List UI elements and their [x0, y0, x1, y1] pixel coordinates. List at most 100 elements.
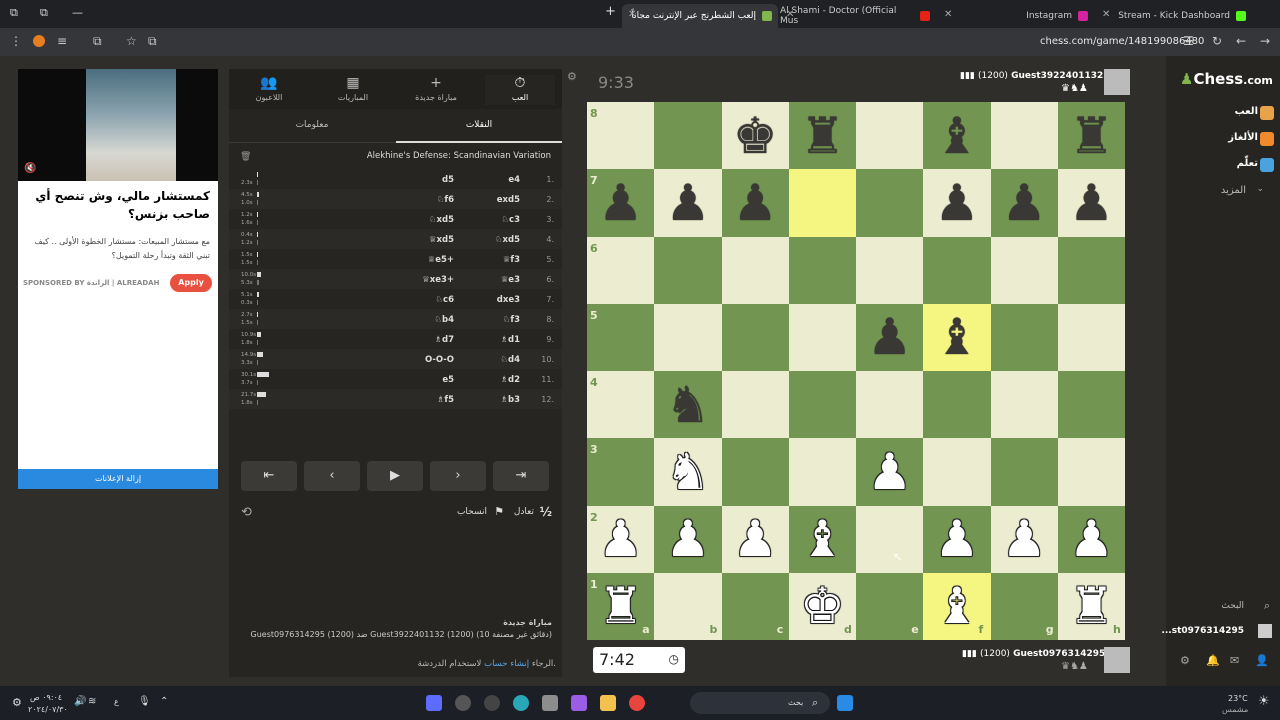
board-square[interactable] — [990, 303, 1058, 371]
menu-icon[interactable]: ⋮ — [10, 34, 22, 48]
black-bishop-icon[interactable]: ♝ — [923, 102, 990, 169]
extensions-icon[interactable]: ⧉ — [93, 34, 102, 49]
user-name[interactable]: ...st0976314295 — [1161, 626, 1244, 636]
bottom-player-info[interactable]: ▮▮▮ (1200) Guest0976314295 — [962, 649, 1105, 659]
board-square[interactable] — [654, 102, 722, 170]
flip-board-icon[interactable]: ⟲ — [241, 505, 252, 520]
board-square[interactable] — [654, 236, 722, 304]
clock-time[interactable]: ٠٩:٠٤ ص — [30, 693, 62, 702]
draw-button[interactable]: تعادل — [514, 507, 534, 517]
white-move[interactable]: ♘xd5 — [495, 235, 520, 245]
board-square[interactable] — [788, 303, 856, 371]
nav-more[interactable]: المزيد — [1221, 185, 1246, 196]
white-move[interactable]: ♗b3 — [500, 395, 520, 405]
settings-icon[interactable]: ⚙ — [12, 696, 22, 709]
black-move[interactable]: ♕e5+ — [428, 255, 454, 265]
prev-move-button[interactable]: ‹ — [304, 461, 360, 491]
new-tab-button[interactable]: + — [605, 4, 616, 19]
white-move[interactable]: dxe3 — [497, 295, 520, 305]
white-pawn-icon[interactable]: ♟ — [923, 506, 990, 573]
next-move-button[interactable]: › — [430, 461, 486, 491]
profile-icon[interactable] — [33, 35, 45, 47]
resign-button[interactable]: انسحاب — [457, 507, 487, 517]
board-square[interactable] — [990, 438, 1058, 506]
board-square[interactable] — [788, 236, 856, 304]
app2-icon[interactable] — [426, 695, 442, 711]
white-move[interactable]: ♘f3 — [503, 315, 520, 325]
black-bishop-icon[interactable]: ♝ — [923, 304, 990, 371]
black-move[interactable]: ♗f5 — [437, 395, 454, 405]
black-move[interactable]: ♕xe3+ — [422, 275, 454, 285]
tab-kick[interactable]: ✕ Stream - Kick Dashboard — [1096, 4, 1252, 28]
board-square[interactable] — [990, 236, 1058, 304]
user-avatar[interactable] — [1258, 624, 1272, 638]
black-pawn-icon[interactable]: ♟ — [722, 169, 789, 236]
black-move[interactable]: ♘f6 — [437, 195, 454, 205]
board-square[interactable] — [856, 102, 924, 170]
black-move[interactable]: ♘xd5 — [429, 215, 454, 225]
black-move[interactable]: e5 — [442, 375, 454, 385]
notifications-icon[interactable]: 🔔 — [1206, 654, 1220, 667]
site-settings-icon[interactable]: ☰ — [1183, 34, 1194, 48]
close-tab-icon[interactable]: ✕ — [1102, 9, 1110, 20]
black-move[interactable]: d5 — [442, 175, 454, 185]
close-tab-icon[interactable]: ✕ — [786, 9, 794, 20]
board-square[interactable] — [721, 438, 789, 506]
board-square[interactable] — [788, 438, 856, 506]
white-move[interactable]: ♘c3 — [501, 215, 520, 225]
black-move[interactable]: ♘c6 — [435, 295, 454, 305]
copilot-icon[interactable] — [571, 695, 587, 711]
settings-icon[interactable]: ⚙ — [1180, 654, 1190, 667]
board-square[interactable] — [856, 169, 924, 237]
board-square[interactable] — [990, 102, 1058, 170]
mic-icon[interactable]: 🎙 — [138, 696, 151, 707]
settings-gear-icon[interactable]: ⚙ — [567, 70, 577, 83]
board-square[interactable] — [654, 303, 722, 371]
nav-learn[interactable]: تعلّم — [1237, 158, 1258, 169]
tab-chess[interactable]: ✕ إلعب الشطرنج عبر الإنترنت مجاناً — [622, 4, 778, 28]
recorder-icon[interactable] — [455, 695, 471, 711]
board-square[interactable] — [721, 371, 789, 439]
restore-window-icon[interactable]: ⧉ — [40, 6, 48, 20]
top-player-avatar[interactable] — [1104, 69, 1130, 95]
board-square[interactable] — [1057, 303, 1125, 371]
white-move[interactable]: exd5 — [497, 195, 520, 205]
media-icon[interactable]: ≡ — [57, 34, 67, 48]
app-icon[interactable] — [542, 695, 558, 711]
bookmark-star-icon[interactable]: ☆ — [126, 34, 137, 48]
black-rook-icon[interactable]: ♜ — [1058, 102, 1125, 169]
board-square[interactable] — [923, 236, 991, 304]
tab-info[interactable]: معلومات — [229, 113, 395, 143]
chesscom-logo[interactable]: ♟Chess.com — [1180, 70, 1273, 88]
play-button[interactable]: ▶ — [367, 461, 423, 491]
black-pawn-icon[interactable]: ♟ — [991, 169, 1058, 236]
board-square[interactable] — [1057, 438, 1125, 506]
volume-icon[interactable]: 🔊 — [74, 696, 86, 707]
window-menu-icon[interactable]: ⧉ — [10, 6, 18, 20]
white-pawn-icon[interactable]: ♟ — [991, 506, 1058, 573]
obs-icon[interactable] — [484, 695, 500, 711]
board-square[interactable] — [990, 371, 1058, 439]
board-square[interactable] — [856, 236, 924, 304]
white-move[interactable]: ♕f3 — [503, 255, 520, 265]
profile-menu-icon[interactable]: 👤 — [1255, 654, 1269, 667]
messages-icon[interactable]: ✉ — [1230, 654, 1239, 667]
white-move[interactable]: ♘d4 — [500, 355, 520, 365]
create-account-link[interactable]: إنشاء حساب — [484, 659, 529, 669]
tab-moves[interactable]: النقلات — [396, 113, 562, 143]
black-pawn-icon[interactable]: ♟ — [923, 169, 990, 236]
black-pawn-icon[interactable]: ♟ — [1058, 169, 1125, 236]
last-move-button[interactable]: ⇥ — [493, 461, 549, 491]
white-pawn-icon[interactable]: ♟ — [722, 506, 789, 573]
board-square[interactable] — [923, 438, 991, 506]
nav-puzzles[interactable]: الألغاز — [1228, 132, 1258, 143]
url-text[interactable]: chess.com/game/148199086480 — [1040, 36, 1204, 47]
board-square[interactable] — [721, 303, 789, 371]
board-square[interactable] — [788, 169, 856, 237]
board-square[interactable] — [856, 505, 924, 573]
white-knight-icon[interactable]: ♞ — [654, 438, 721, 505]
tab-play[interactable]: ⏱ العب — [485, 75, 555, 105]
language-icon[interactable]: ع — [114, 697, 119, 706]
top-player-info[interactable]: ▮▮▮ (1200) Guest3922401132 — [960, 71, 1103, 81]
file-explorer-icon[interactable] — [600, 695, 616, 711]
